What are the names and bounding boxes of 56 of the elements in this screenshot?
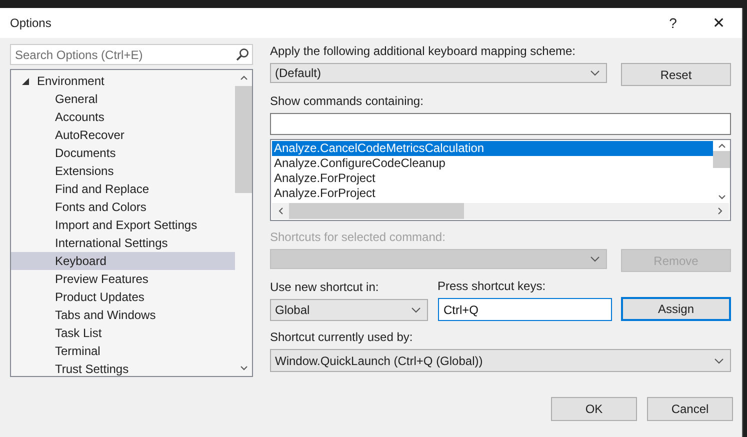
field-label: Apply the following additional keyboard mapping scheme: bbox=[270, 44, 577, 59]
tree-item[interactable]: Extensions bbox=[11, 162, 235, 180]
help-button[interactable]: ? bbox=[650, 11, 696, 35]
scroll-down-icon bbox=[718, 195, 726, 200]
command-filter-field[interactable] bbox=[270, 113, 731, 135]
expanded-triangle-icon bbox=[22, 78, 29, 84]
dialog-button[interactable]: Cancel bbox=[647, 397, 733, 421]
command-item[interactable]: Analyze.ForProject bbox=[272, 186, 713, 201]
scrollbar-thumb[interactable] bbox=[289, 203, 464, 219]
window-title: Options bbox=[10, 16, 52, 30]
command-item[interactable]: Analyze.ForProject bbox=[272, 171, 713, 186]
scroll-right-icon bbox=[718, 207, 723, 215]
command-item[interactable]: Analyze.ConfigureCodeCleanup bbox=[272, 156, 713, 171]
tree-item[interactable]: Documents bbox=[11, 144, 235, 162]
chevron-down-icon bbox=[411, 307, 421, 313]
scrollbar-thumb[interactable] bbox=[713, 151, 730, 168]
field-label: Shortcuts for selected command: bbox=[270, 230, 446, 245]
reset-button[interactable]: Reset bbox=[621, 63, 731, 86]
tree-item[interactable]: Product Updates bbox=[11, 288, 235, 306]
scroll-up-icon bbox=[718, 143, 726, 148]
scrollbar-thumb[interactable] bbox=[235, 86, 252, 193]
chevron-down-icon bbox=[590, 256, 600, 262]
tree-item[interactable]: Find and Replace bbox=[11, 180, 235, 198]
command-item[interactable]: Analyze.CancelCodeMetricsCalculation bbox=[272, 141, 713, 156]
field-label: Show commands containing: bbox=[270, 94, 424, 109]
tree-item[interactable]: Fonts and Colors bbox=[11, 198, 235, 216]
search-icon bbox=[236, 48, 249, 61]
field-label: Press shortcut keys: bbox=[438, 279, 547, 294]
mapping-scheme-dropdown[interactable]: (Default) bbox=[270, 63, 607, 83]
dialog-button[interactable]: OK bbox=[551, 397, 637, 421]
tree-item[interactable]: Trust Settings bbox=[11, 360, 235, 378]
scroll-up-icon bbox=[240, 75, 248, 80]
tree-item[interactable]: Accounts bbox=[11, 108, 235, 126]
used-by-dropdown[interactable]: Window.QuickLaunch (Ctrl+Q (Global)) bbox=[270, 349, 731, 372]
close-button[interactable]: ✕ bbox=[696, 11, 742, 35]
tree-item[interactable]: Task List bbox=[11, 324, 235, 342]
tree-item[interactable]: International Settings bbox=[11, 234, 235, 252]
shortcut-keys-field[interactable]: Ctrl+Q bbox=[438, 298, 612, 321]
scope-dropdown[interactable]: Global bbox=[270, 299, 428, 321]
tree-item[interactable]: Environment bbox=[11, 72, 235, 90]
tree-item[interactable]: Terminal bbox=[11, 342, 235, 360]
tree-item[interactable]: General bbox=[11, 90, 235, 108]
field-label: Use new shortcut in: bbox=[270, 280, 380, 295]
horizontal-scrollbar[interactable] bbox=[272, 203, 729, 219]
assign-button[interactable]: Assign bbox=[621, 297, 731, 321]
chevron-down-icon bbox=[714, 358, 724, 364]
search-field[interactable]: Search Options (Ctrl+E) bbox=[10, 44, 253, 65]
scroll-left-icon bbox=[278, 207, 283, 215]
tree-item[interactable]: Tabs and Windows bbox=[11, 306, 235, 324]
chevron-down-icon bbox=[590, 70, 600, 76]
tree-item[interactable]: Keyboard bbox=[11, 252, 235, 270]
tree-item[interactable]: AutoRecover bbox=[11, 126, 235, 144]
tree-item[interactable]: Preview Features bbox=[11, 270, 235, 288]
scroll-down-icon bbox=[240, 366, 248, 371]
tree-item[interactable]: Import and Export Settings bbox=[11, 216, 235, 234]
field-label: Shortcut currently used by: bbox=[270, 330, 414, 345]
